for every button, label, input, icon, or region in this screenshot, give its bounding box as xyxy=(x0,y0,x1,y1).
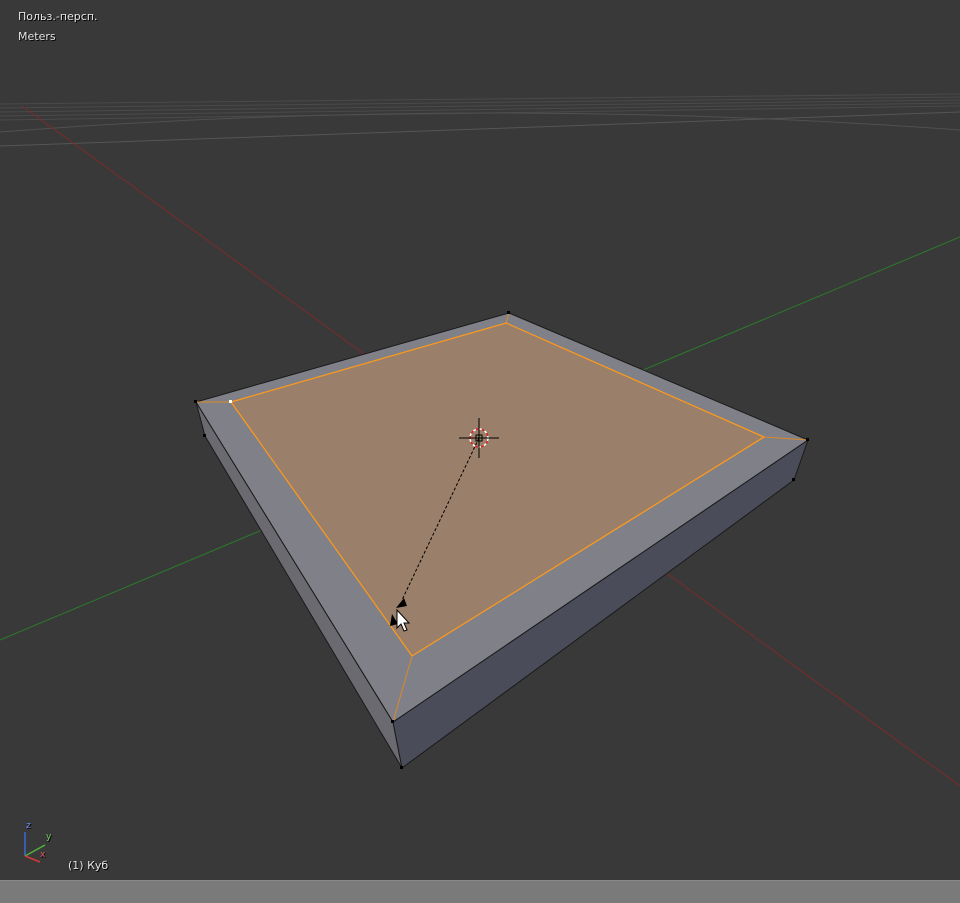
gizmo-x-label: x xyxy=(40,850,46,860)
units-label: Meters xyxy=(18,30,56,43)
3d-viewport[interactable]: Польз.-персп. Meters (1) Куб z y x xyxy=(0,0,960,880)
grid-horizon xyxy=(0,93,960,147)
gizmo-z-label: z xyxy=(26,821,31,831)
bottom-header-bar[interactable] xyxy=(0,880,960,903)
active-object-label: (1) Куб xyxy=(68,859,109,872)
viewport-canvas[interactable] xyxy=(0,0,960,880)
view-name-label: Польз.-персп. xyxy=(18,10,98,23)
gizmo-y-label: y xyxy=(46,832,52,842)
